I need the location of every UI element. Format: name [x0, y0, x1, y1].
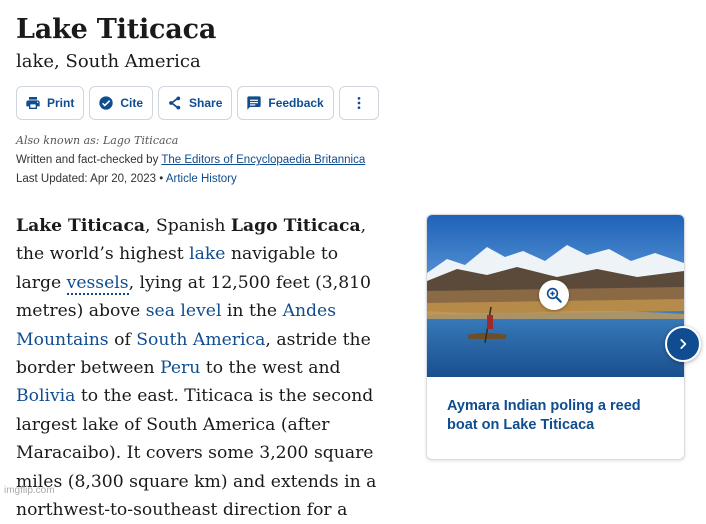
link-lake[interactable]: lake: [189, 244, 225, 264]
text-run: in the: [221, 301, 283, 322]
link-peru[interactable]: Peru: [160, 358, 200, 378]
share-icon: [169, 96, 181, 110]
feedback-button[interactable]: Feedback: [237, 86, 334, 120]
last-updated-line: Last Updated: Apr 20, 2023 • Article His…: [16, 173, 237, 185]
written-prefix: Written and fact-checked by: [16, 154, 159, 166]
next-media-button[interactable]: [665, 326, 701, 362]
print-button[interactable]: Print: [16, 86, 85, 120]
zoom-in-icon: [546, 287, 562, 303]
zoom-button[interactable]: [539, 280, 569, 310]
article-toolbar: Print Cite Share Feedback: [16, 86, 379, 120]
chevron-right-icon: [680, 339, 687, 349]
text-run: to the east. Titicaca is the second larg…: [16, 386, 377, 521]
cite-button[interactable]: Cite: [89, 86, 154, 120]
more-options-button[interactable]: [338, 86, 379, 120]
link-south-america[interactable]: South America: [136, 330, 265, 350]
page-title: Lake Titicaca: [16, 14, 217, 45]
feedback-label: Feedback: [268, 96, 324, 110]
feedback-icon: [247, 96, 262, 110]
bold-term: Lake Titicaca: [16, 216, 146, 236]
watermark: imgflip.com: [4, 485, 55, 496]
share-button[interactable]: Share: [158, 86, 233, 120]
link-vessels[interactable]: vessels: [66, 272, 129, 295]
bold-term: Lago Titicaca: [230, 216, 361, 236]
media-card[interactable]: Aymara Indian poling a reed boat on Lake…: [426, 214, 685, 460]
link-sea-level[interactable]: sea level: [146, 301, 222, 321]
written-by-line: Written and fact-checked by The Editors …: [16, 154, 365, 166]
print-label: Print: [47, 96, 75, 110]
text-run: , Spanish: [145, 216, 231, 236]
page-subtitle: lake, South America: [16, 51, 201, 72]
also-known-as: Also known as: Lago Titicaca: [16, 134, 179, 147]
media-caption[interactable]: Aymara Indian poling a reed boat on Lake…: [447, 397, 667, 435]
text-run: of: [108, 329, 137, 350]
cite-label: Cite: [120, 96, 144, 110]
verified-check-icon: [99, 96, 114, 110]
more-vertical-icon: [357, 97, 361, 109]
link-bolivia[interactable]: Bolivia: [16, 386, 75, 406]
last-updated: Last Updated: Apr 20, 2023: [16, 173, 157, 185]
text-run: to the west and: [200, 358, 341, 379]
article-body: Lake Titicaca, Spanish Lago Titicaca, th…: [16, 212, 386, 524]
article-history-link[interactable]: Article History: [166, 173, 237, 185]
share-label: Share: [189, 96, 223, 110]
separator-dot: •: [159, 173, 164, 185]
printer-icon: [26, 97, 40, 109]
authors-link[interactable]: The Editors of Encyclopaedia Britannica: [161, 154, 365, 166]
